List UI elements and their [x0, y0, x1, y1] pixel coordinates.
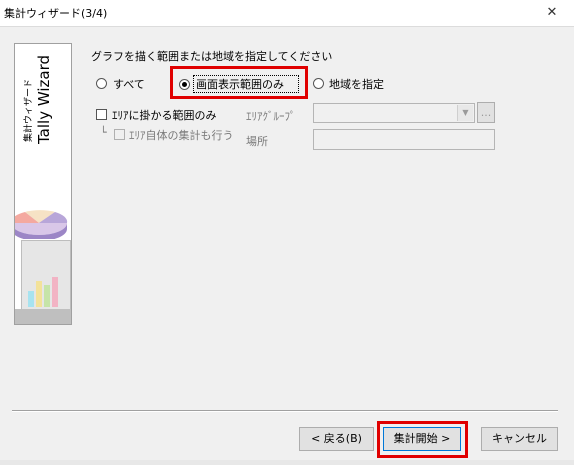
back-button[interactable]: < 戻る(B): [299, 427, 374, 451]
area-group-label: ｴﾘｱｸﾞﾙｰﾌﾟ: [246, 110, 296, 123]
cancel-button[interactable]: キャンセル: [481, 427, 558, 451]
radio-specify-region[interactable]: [313, 78, 324, 89]
side-title-jp: 集計ウィザード: [24, 78, 34, 142]
separator: [12, 410, 558, 412]
location-field[interactable]: [313, 129, 495, 150]
side-panel-footer: [15, 309, 71, 324]
bar-chart-illustration: [21, 240, 71, 310]
area-group-browse-button[interactable]: ...: [477, 102, 495, 123]
area-group-combo[interactable]: ▼: [313, 103, 475, 123]
radio-all[interactable]: [96, 78, 107, 89]
pie-chart-illustration: [15, 210, 68, 239]
radio-visible-range-label[interactable]: 画面表示範囲のみ: [196, 76, 284, 92]
radio-all-label[interactable]: すべて: [113, 76, 145, 92]
radio-specify-region-label[interactable]: 地域を指定: [329, 76, 384, 92]
start-tally-button[interactable]: 集計開始 >: [383, 427, 461, 451]
tree-connector: └: [100, 126, 107, 139]
chevron-down-icon[interactable]: ▼: [457, 105, 473, 121]
area-range-label[interactable]: ｴﾘｱに掛かる範囲のみ: [112, 107, 217, 123]
range-prompt: グラフを描く範囲または地域を指定してください: [91, 50, 333, 63]
window-title: 集計ウィザード(3/4): [4, 7, 108, 20]
title-bar: 集計ウィザード(3/4) ✕: [0, 0, 574, 27]
close-icon[interactable]: ✕: [530, 0, 574, 26]
bottom-strip: [0, 460, 574, 465]
side-title-en: Tally Wizard: [35, 54, 53, 144]
area-self-tally-checkbox[interactable]: [114, 129, 125, 140]
location-label: 場所: [246, 135, 268, 148]
wizard-side-panel: Tally Wizard 集計ウィザード: [14, 43, 72, 325]
area-range-checkbox[interactable]: [96, 109, 107, 120]
radio-visible-range[interactable]: [179, 79, 190, 90]
area-self-tally-label[interactable]: ｴﾘｱ自体の集計も行う: [129, 127, 234, 143]
